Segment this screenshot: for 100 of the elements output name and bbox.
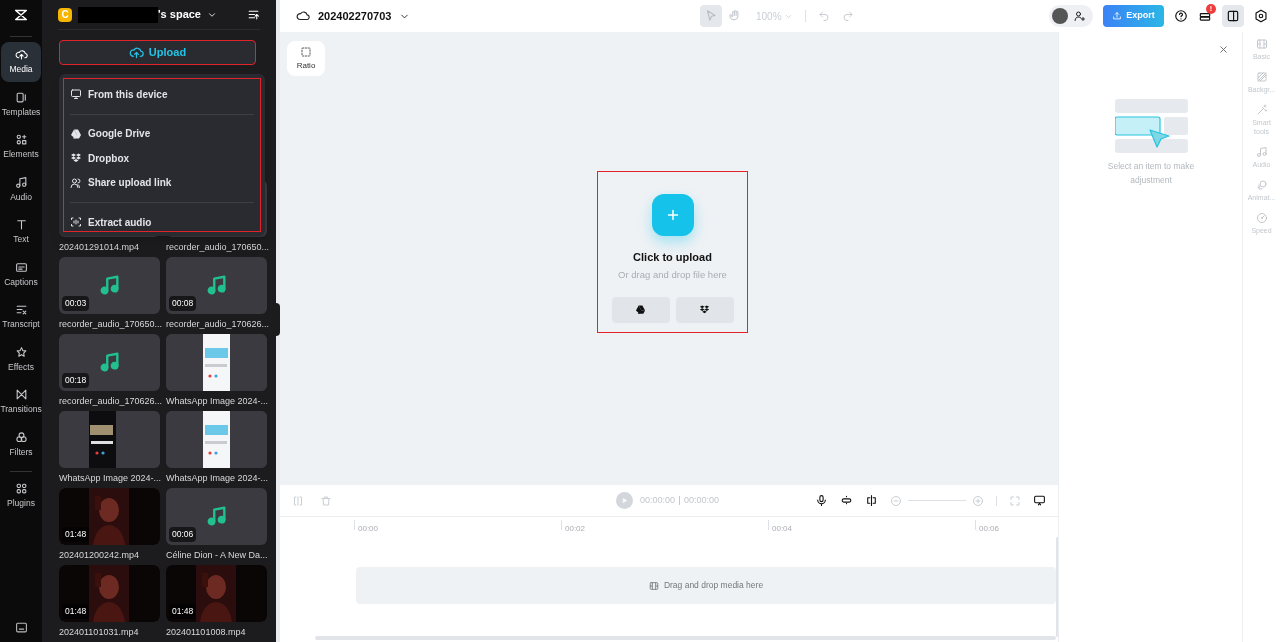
ratio-button[interactable]: Ratio [287, 41, 325, 76]
audio-thumbnail[interactable]: 00:06 [166, 488, 267, 545]
hatched-square-icon [1255, 71, 1268, 83]
keyboard-icon [14, 621, 28, 634]
nav-tab[interactable]: Elements [1, 127, 41, 167]
film-icon [1255, 38, 1268, 50]
music-note-icon [206, 274, 228, 296]
workspace-name[interactable]: 's space [158, 6, 201, 23]
dropbox-button[interactable] [675, 296, 734, 323]
dropbox-icon [699, 304, 710, 316]
duration-badge: 00:18 [62, 373, 90, 388]
magic-wand-icon [1255, 104, 1268, 116]
upload-icon [1112, 11, 1123, 21]
media-name: Céline Dion - A New Da... [166, 549, 267, 562]
zoom-out-icon [890, 494, 902, 507]
media-name: recorder_audio_170650... [59, 318, 160, 331]
ratio-icon [300, 45, 312, 58]
drive-button[interactable] [611, 296, 670, 323]
audio-thumbnail[interactable]: 00:08 [166, 257, 267, 314]
cloud-upload-icon [14, 48, 28, 62]
upload-dropzone[interactable]: Click to upload Or drag and drop file here [597, 171, 748, 333]
tool-button[interactable] [700, 5, 722, 27]
nav-tab[interactable]: Filters [1, 424, 41, 465]
music-note-icon [1255, 146, 1268, 158]
track-dropzone[interactable]: Drag and drop media here [356, 567, 1056, 604]
nav-tab[interactable]: Plugins [1, 476, 41, 516]
media-name: recorder_audio_170650... [166, 241, 267, 254]
panel-toggle-button[interactable] [1222, 5, 1244, 27]
nav-tab[interactable]: Text [1, 212, 41, 252]
pointer-icon [704, 9, 718, 23]
speedometer-icon [1255, 212, 1268, 224]
microphone-icon [815, 494, 828, 507]
ruler-label: 00:02 [565, 523, 586, 535]
split-clip-icon [865, 494, 878, 507]
monitor-icon [70, 88, 82, 101]
animation-icon [1255, 179, 1268, 191]
users-icon [70, 176, 82, 189]
duration-badge: 01:48 [169, 604, 197, 619]
user-avatar[interactable] [1052, 8, 1068, 24]
menu-item[interactable]: From this device [70, 82, 254, 107]
film-icon [648, 580, 659, 591]
media-name: WhatsApp Image 2024-... [166, 395, 267, 408]
upload-button[interactable]: Upload [59, 40, 256, 65]
captions-icon [14, 260, 28, 274]
shapes-icon [14, 133, 28, 147]
screen-icon [1033, 494, 1046, 507]
sparkle-star-icon [14, 345, 28, 359]
cloud-upload-icon [128, 45, 144, 61]
nav-tab[interactable]: Audio [1, 169, 41, 210]
media-name: 202401101031.mp4 [59, 626, 140, 639]
sort-icon [247, 8, 260, 22]
project-title[interactable]: 202402270703 [318, 7, 392, 25]
ruler-label: 00:06 [979, 523, 1000, 535]
play-button[interactable] [616, 492, 633, 509]
nav-tab[interactable]: Templates [1, 84, 41, 125]
templates-icon [14, 90, 28, 104]
nav-tab[interactable]: Transitions [1, 382, 41, 422]
menu-item[interactable]: Google Drive [70, 121, 254, 146]
drive-icon [70, 127, 82, 140]
audio-thumbnail[interactable]: 00:03 [59, 257, 160, 314]
menu-item[interactable]: Dropbox [70, 146, 254, 171]
nav-tab[interactable]: Captions [1, 254, 41, 295]
audio-thumbnail[interactable]: 00:18 [59, 334, 160, 391]
add-user-icon [1074, 10, 1086, 22]
dropbox-icon [70, 152, 82, 165]
cloud-icon [296, 9, 310, 23]
nav-tab[interactable]: Effects [1, 339, 41, 380]
duration-badge: 01:48 [62, 604, 90, 619]
duration-badge: 00:08 [169, 296, 197, 311]
duration-badge: 01:48 [62, 527, 90, 542]
duration-badge: 00:06 [169, 527, 197, 542]
media-name: 202401291014.mp4 [59, 241, 141, 254]
help-icon [1174, 9, 1188, 23]
upload-hint: Or drag and drop file here [618, 267, 727, 282]
settings-icon [1254, 9, 1268, 23]
music-note-icon [206, 505, 228, 527]
empty-state-hint: Select an item to make adjustment [1106, 160, 1196, 187]
menu-item[interactable]: Extract audio [70, 210, 254, 235]
music-note-icon [99, 274, 121, 296]
media-name: WhatsApp Image 2024-... [166, 472, 267, 485]
panel-collapse-handle[interactable] [276, 303, 280, 336]
add-button[interactable] [651, 194, 694, 236]
workspace-avatar: C [58, 7, 72, 22]
transcript-icon [14, 303, 28, 317]
nav-tab[interactable]: Media [1, 42, 41, 82]
close-icon [1218, 44, 1229, 55]
transition-icon [14, 388, 28, 402]
hand-icon [728, 9, 742, 23]
nav-tab[interactable]: Transcript [1, 297, 41, 337]
media-name: recorder_audio_170626... [166, 318, 267, 331]
menu-item[interactable]: Share upload link [70, 170, 254, 195]
split-icon [292, 494, 304, 507]
undo-icon [817, 10, 830, 22]
music-note-icon [14, 175, 28, 189]
zoom-in-icon [972, 494, 984, 507]
fullscreen-icon [1009, 494, 1021, 507]
media-name: WhatsApp Image 2024-... [59, 472, 160, 485]
drive-icon [635, 304, 646, 316]
ruler-label: 00:04 [772, 523, 793, 535]
music-note-icon [99, 351, 121, 373]
